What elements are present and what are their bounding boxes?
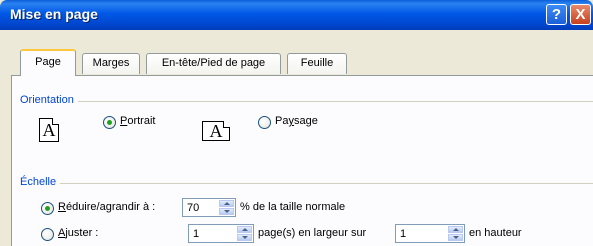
portrait-label[interactable]: Portrait bbox=[120, 115, 155, 127]
spin-down-icon[interactable] bbox=[237, 234, 252, 241]
landscape-icon-letter: A bbox=[209, 121, 223, 141]
spin-down-icon[interactable] bbox=[219, 208, 234, 215]
title-bar[interactable]: Mise en page ? X bbox=[0, 0, 593, 30]
ajuster-label[interactable]: Ajuster : bbox=[58, 227, 98, 239]
echelle-section-label: Échelle bbox=[20, 176, 61, 188]
spin-down-icon[interactable] bbox=[448, 234, 463, 241]
ajuster-height-suffix: en hauteur bbox=[469, 227, 522, 239]
spin-up-icon[interactable] bbox=[448, 226, 463, 233]
spin-up-icon[interactable] bbox=[237, 226, 252, 233]
reduire-suffix: % de la taille normale bbox=[240, 201, 346, 213]
tab-page[interactable]: Page bbox=[20, 49, 76, 76]
close-button[interactable]: X bbox=[570, 4, 591, 25]
orientation-section-label: Orientation bbox=[20, 94, 78, 106]
tab-en-tete-pied-de-page[interactable]: En-tête/Pied de page bbox=[146, 53, 281, 74]
reduire-percent-spinbox[interactable]: 70 bbox=[182, 198, 236, 217]
landscape-page-icon: A bbox=[202, 121, 230, 141]
orientation-separator bbox=[20, 101, 593, 102]
portrait-page-icon: A bbox=[39, 118, 59, 142]
paysage-label[interactable]: Paysage bbox=[275, 115, 318, 127]
echelle-separator bbox=[20, 183, 593, 184]
portrait-radio[interactable] bbox=[103, 116, 116, 129]
paysage-radio[interactable] bbox=[258, 116, 271, 129]
page-tab-panel: Orientation A Portrait A Paysage Échelle… bbox=[11, 75, 593, 246]
help-button[interactable]: ? bbox=[546, 4, 567, 25]
reduire-label[interactable]: Réduire/agrandir à : bbox=[58, 201, 155, 213]
window-title: Mise en page bbox=[10, 6, 98, 22]
reduire-percent-value[interactable]: 70 bbox=[187, 202, 199, 214]
ajuster-width-spinbox[interactable]: 1 bbox=[188, 224, 254, 243]
reduire-radio[interactable] bbox=[41, 202, 54, 215]
ajuster-height-spinbox[interactable]: 1 bbox=[395, 224, 465, 243]
tab-feuille[interactable]: Feuille bbox=[287, 53, 347, 74]
tab-marges[interactable]: Marges bbox=[82, 53, 140, 74]
ajuster-height-value[interactable]: 1 bbox=[400, 228, 406, 240]
ajuster-width-value[interactable]: 1 bbox=[193, 228, 199, 240]
ajuster-radio[interactable] bbox=[41, 228, 54, 241]
ajuster-width-suffix: page(s) en largeur sur bbox=[258, 227, 367, 239]
spin-up-icon[interactable] bbox=[219, 200, 234, 207]
